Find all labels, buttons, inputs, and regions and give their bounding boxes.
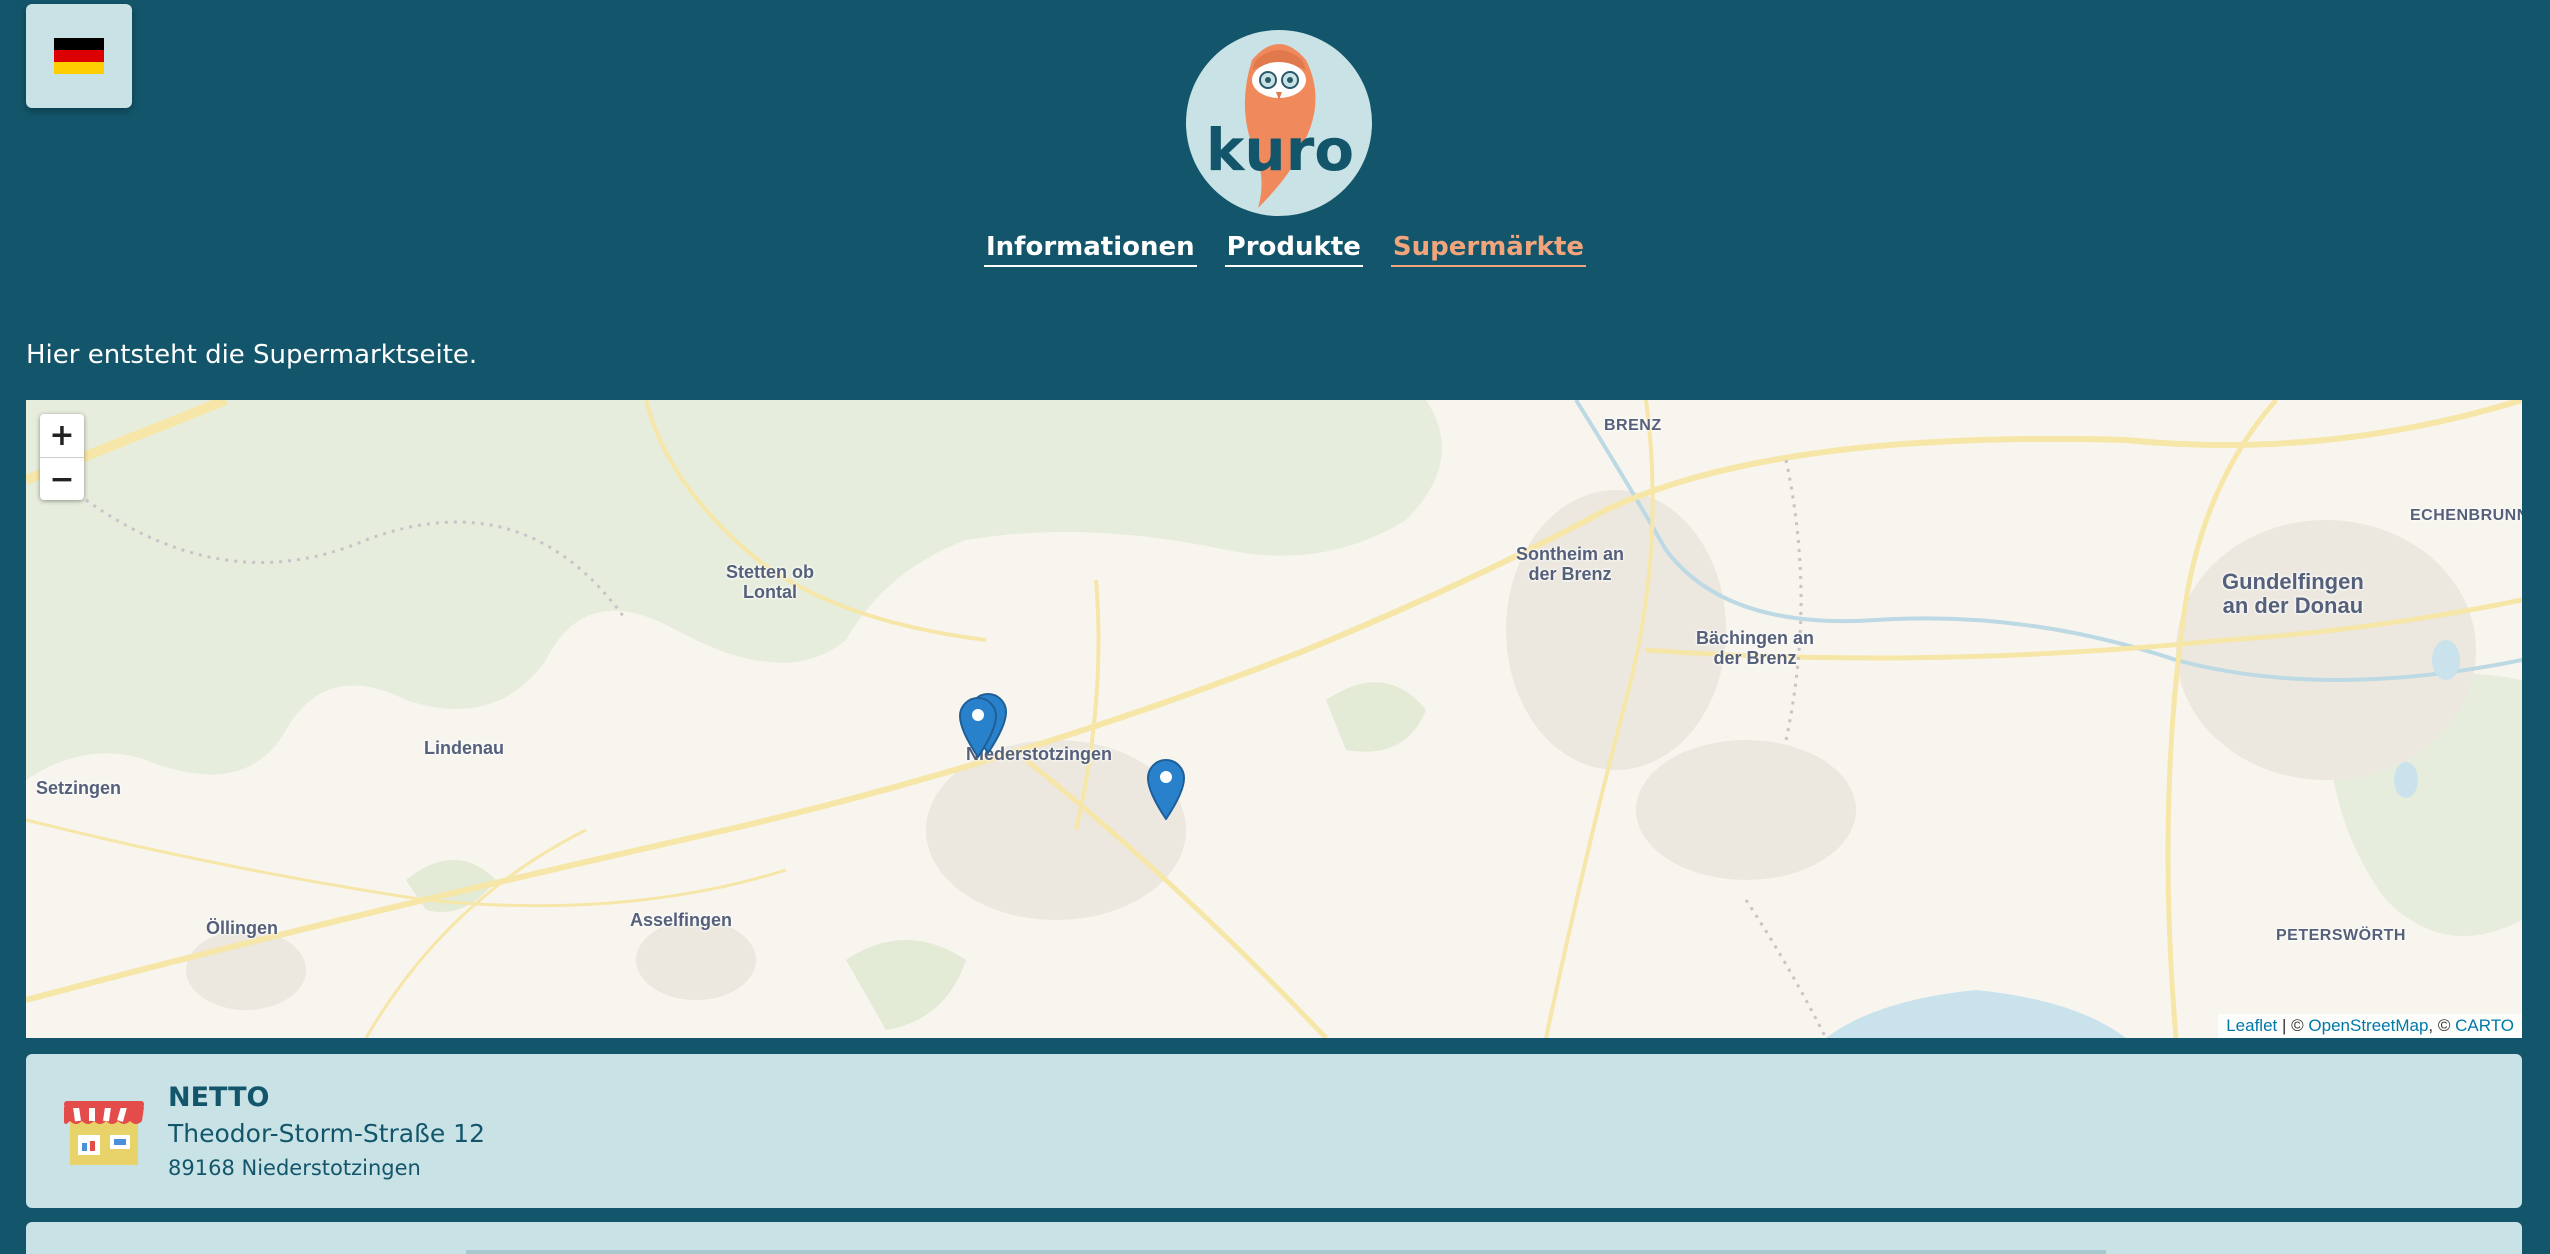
zoom-control: + − xyxy=(40,414,84,500)
supermarket-street: Theodor-Storm-Straße 12 xyxy=(168,1119,485,1148)
map-marker-icon[interactable] xyxy=(958,696,998,758)
nav-supermaerkte[interactable]: Supermärkte xyxy=(1390,232,1587,267)
leaflet-link[interactable]: Leaflet xyxy=(2226,1016,2277,1035)
place-label: Stetten ob Lontal xyxy=(726,562,814,602)
german-flag-icon xyxy=(54,38,104,74)
place-label: Öllingen xyxy=(206,918,278,938)
place-label: PETERSWÖRTH xyxy=(2276,927,2406,944)
nav-informationen[interactable]: Informationen xyxy=(983,232,1197,267)
place-label: Lindenau xyxy=(424,738,504,758)
store-icon xyxy=(64,1101,144,1165)
kuro-owl-logo[interactable]: kuro xyxy=(1186,30,1372,216)
place-label: BRENZ xyxy=(1604,417,1662,434)
map-marker-icon[interactable] xyxy=(1146,758,1186,820)
openstreetmap-link[interactable]: OpenStreetMap xyxy=(2308,1016,2428,1035)
nav-produkte[interactable]: Produkte xyxy=(1224,232,1363,267)
attribution-separator: | © xyxy=(2277,1016,2309,1035)
card-content-placeholder xyxy=(466,1250,2106,1254)
zoom-out-button[interactable]: − xyxy=(40,457,84,500)
supermarket-details: NETTO Theodor-Storm-Straße 12 89168 Nied… xyxy=(168,1082,485,1180)
map-attribution: Leaflet | © OpenStreetMap, © CARTO xyxy=(2218,1014,2522,1038)
place-label: Bächingen an der Brenz xyxy=(1696,628,1815,668)
place-label: Setzingen xyxy=(36,778,122,798)
attribution-separator: , © xyxy=(2428,1016,2456,1035)
place-label: ECHENBRUNN xyxy=(2410,507,2522,524)
place-label: Gundelfingen an der Donau xyxy=(2222,569,2364,618)
intro-text: Hier entsteht die Supermarktseite. xyxy=(26,340,478,370)
main-nav: Informationen Produkte Supermärkte xyxy=(0,232,2550,267)
zoom-in-button[interactable]: + xyxy=(40,414,84,457)
logo-text: kuro xyxy=(1206,116,1354,184)
supermarket-map[interactable]: + − Stetten ob Lontal Lindenau Setzingen… xyxy=(26,400,2522,1038)
map-tiles xyxy=(26,400,2522,1038)
supermarket-card[interactable] xyxy=(26,1222,2522,1254)
carto-link[interactable]: CARTO xyxy=(2455,1016,2514,1035)
place-label: Sontheim an der Brenz xyxy=(1516,544,1625,584)
supermarket-name: NETTO xyxy=(168,1082,270,1113)
supermarket-card[interactable]: NETTO Theodor-Storm-Straße 12 89168 Nied… xyxy=(26,1054,2522,1208)
supermarket-city: 89168 Niederstotzingen xyxy=(168,1156,421,1180)
language-selector-button[interactable] xyxy=(26,4,132,108)
place-label: Asselfingen xyxy=(630,910,733,930)
